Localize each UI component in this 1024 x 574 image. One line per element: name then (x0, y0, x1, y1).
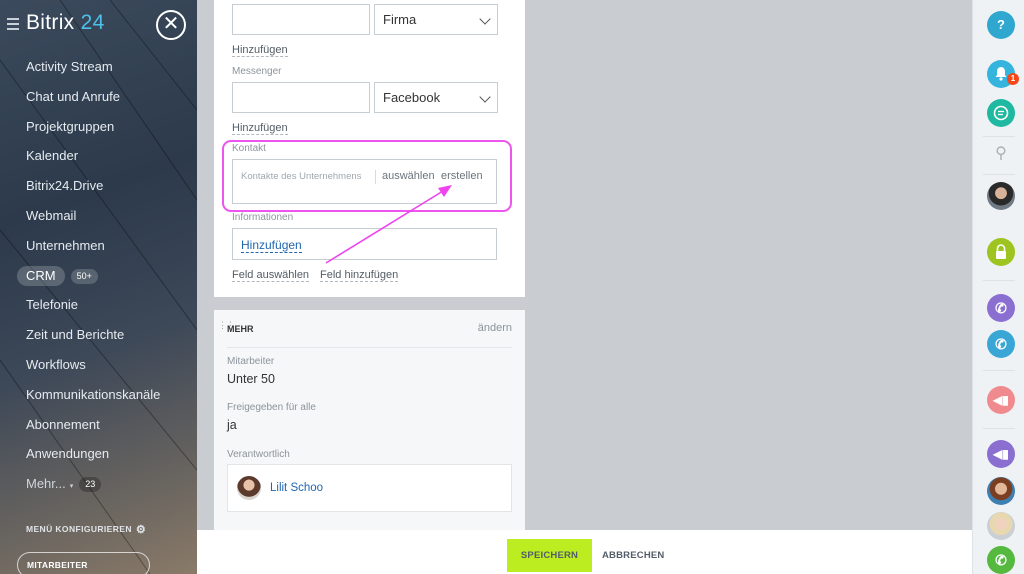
bell-icon (994, 67, 1008, 84)
search-icon: ⚲ (995, 145, 1007, 162)
lock-button[interactable] (987, 238, 1015, 266)
avatar[interactable] (987, 477, 1015, 505)
avatar[interactable] (987, 512, 1015, 540)
question-icon: ? (997, 17, 1005, 32)
divider (227, 347, 512, 348)
divider (983, 136, 1015, 137)
cancel-button[interactable]: ABBRECHEN (602, 539, 665, 572)
phone-button[interactable]: ✆ (987, 546, 1015, 574)
search-button[interactable]: ⚲ (987, 140, 1015, 168)
call-button-2[interactable]: ✆ (987, 330, 1015, 358)
divider (983, 280, 1015, 281)
right-toolbar: ? 1 ⚲ ✆ ✆ ◀▮ ◀▮ ✆ (972, 0, 1024, 574)
lock-icon (994, 244, 1008, 263)
section-title: MEHR (227, 324, 254, 334)
avatar[interactable] (987, 182, 1015, 210)
call-button-1[interactable]: ✆ (987, 294, 1015, 322)
employees-label: Mitarbeiter (227, 356, 275, 367)
responsible-user-link[interactable]: Lilit Schoo (270, 482, 323, 494)
divider (983, 174, 1015, 175)
employees-value: Unter 50 (227, 372, 275, 386)
divider (983, 370, 1015, 371)
chat-button[interactable] (987, 99, 1015, 127)
shared-label: Freigegeben für alle (227, 402, 316, 413)
help-button[interactable]: ? (987, 11, 1015, 39)
save-button[interactable]: SPEICHERN (507, 539, 592, 572)
announcement-button-1[interactable]: ◀▮ (987, 386, 1015, 414)
notifications-button[interactable]: 1 (987, 60, 1019, 88)
phone-icon: ✆ (995, 336, 1007, 352)
phone-icon: ✆ (995, 552, 1007, 568)
divider (983, 428, 1015, 429)
more-section: ⋮⋮ MEHR ändern Mitarbeiter Unter 50 Frei… (214, 310, 525, 530)
announcement-button-2[interactable]: ◀▮ (987, 440, 1015, 468)
avatar[interactable] (237, 476, 261, 500)
edit-section-link[interactable]: ändern (478, 322, 512, 334)
shared-value: ja (227, 418, 237, 432)
chat-icon (993, 105, 1009, 124)
phone-icon: ✆ (995, 300, 1007, 316)
megaphone-icon: ◀▮ (993, 447, 1009, 461)
notification-count-badge: 1 (1007, 73, 1019, 85)
responsible-label: Verantwortlich (227, 449, 290, 460)
form-action-bar: SPEICHERN ABBRECHEN (197, 530, 972, 574)
megaphone-icon: ◀▮ (993, 393, 1009, 407)
responsible-user-card: Lilit Schoo (227, 464, 512, 512)
